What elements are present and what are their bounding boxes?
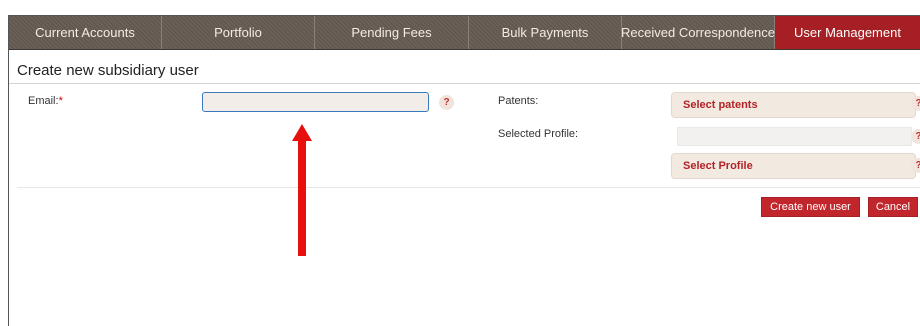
main-nav: Current Accounts Portfolio Pending Fees … (9, 16, 920, 50)
patents-label: Patents: (498, 95, 539, 107)
required-marker: * (58, 95, 63, 107)
tab-received-correspondence[interactable]: Received Correspondence (621, 16, 775, 49)
annotation-arrow-icon (292, 124, 312, 256)
tab-current-accounts[interactable]: Current Accounts (9, 16, 162, 49)
create-new-user-button[interactable]: Create new user (761, 197, 860, 217)
tab-portfolio[interactable]: Portfolio (162, 16, 315, 49)
profile-help-icon[interactable]: ? (911, 129, 920, 144)
selected-profile-value (677, 127, 912, 146)
email-label-group: Email:* (28, 95, 63, 107)
email-help-icon[interactable]: ? (439, 95, 454, 110)
tab-bulk-payments[interactable]: Bulk Payments (469, 16, 622, 49)
tab-pending-fees[interactable]: Pending Fees (315, 16, 469, 49)
tab-user-management[interactable]: User Management (775, 16, 920, 49)
page-title: Create new subsidiary user (17, 62, 199, 79)
select-profile-button[interactable]: Select Profile (671, 153, 916, 179)
email-input[interactable] (202, 92, 429, 112)
email-label: Email: (28, 95, 59, 107)
cancel-button[interactable]: Cancel (868, 197, 918, 217)
select-profile-help-icon[interactable]: ? (911, 158, 920, 173)
select-patents-button[interactable]: Select patents (671, 92, 916, 118)
patents-help-icon[interactable]: ? (911, 96, 920, 111)
selected-profile-label: Selected Profile: (498, 128, 579, 140)
form-divider (17, 187, 920, 188)
title-divider (9, 83, 920, 84)
app-frame: Current Accounts Portfolio Pending Fees … (8, 15, 920, 326)
